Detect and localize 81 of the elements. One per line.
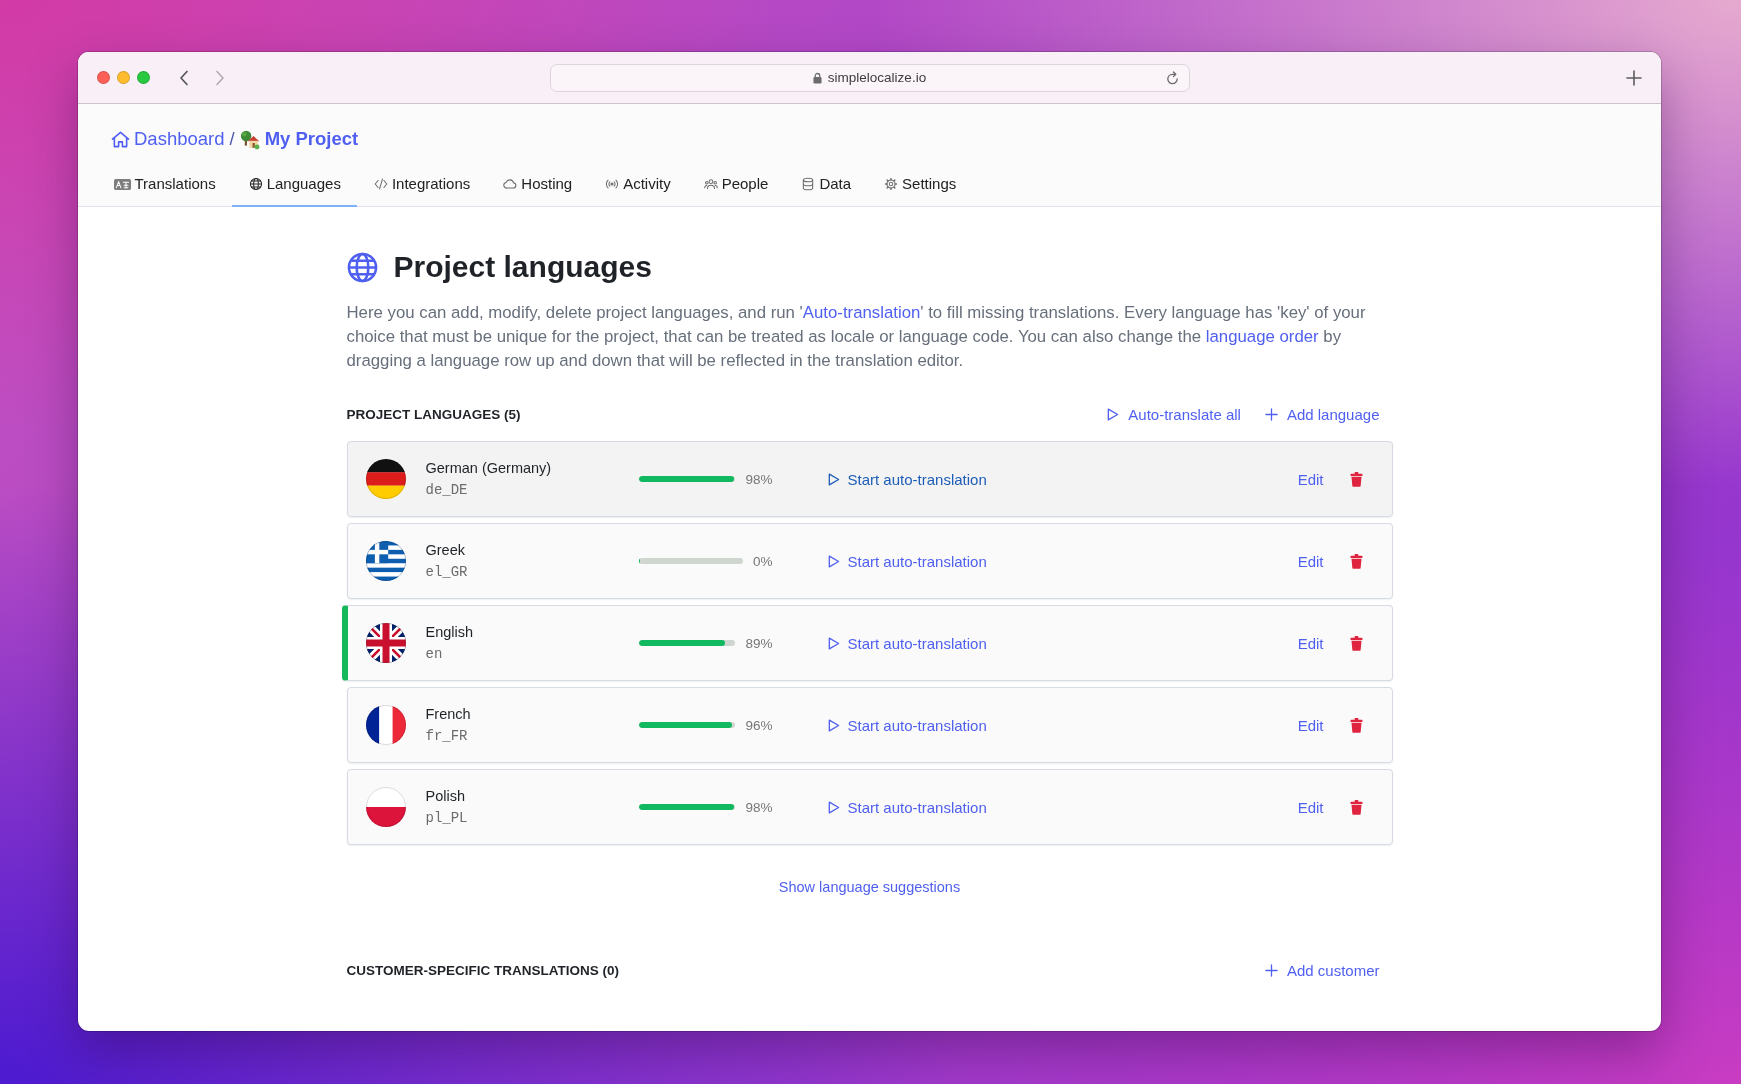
- language-name: Polish: [425, 787, 465, 806]
- language-name: Greek: [425, 541, 465, 560]
- action-link[interactable]: Add language: [1264, 405, 1380, 423]
- translate-icon: [113, 178, 131, 190]
- play-icon: [826, 554, 840, 568]
- zoom-button[interactable]: [137, 71, 150, 84]
- british-flag-icon: [365, 623, 406, 663]
- plus-icon: [1264, 963, 1278, 977]
- edit-link[interactable]: Edit: [1297, 470, 1324, 488]
- trash-icon[interactable]: [1349, 799, 1363, 815]
- trash-icon[interactable]: [1349, 717, 1363, 733]
- trash-icon[interactable]: [1349, 553, 1363, 569]
- edit-link[interactable]: Edit: [1297, 716, 1324, 734]
- lock-icon: [812, 71, 822, 84]
- globe-icon: [346, 251, 378, 283]
- percent-text: 98%: [745, 471, 773, 487]
- start-translation-link[interactable]: Start auto-translation: [826, 634, 987, 652]
- tab[interactable]: Activity: [588, 165, 688, 207]
- edit-link[interactable]: Edit: [1297, 634, 1324, 652]
- breadcrumb-link[interactable]: My Project: [239, 128, 359, 150]
- play-icon: [1106, 407, 1120, 421]
- close-button[interactable]: [97, 71, 110, 84]
- play-icon: [826, 636, 840, 650]
- start-translation-link[interactable]: Start auto-translation: [826, 716, 987, 734]
- breadcrumb-separator: /: [229, 128, 235, 150]
- broadcast-icon: [605, 177, 620, 191]
- language-name: English: [425, 623, 474, 642]
- back-button[interactable]: [179, 69, 189, 86]
- percent-text: 96%: [745, 717, 773, 733]
- settings-icon: [884, 177, 899, 191]
- language-name: German (Germany): [425, 459, 552, 478]
- home-icon: [111, 130, 130, 148]
- language-code: pl_PL: [425, 809, 468, 828]
- reload-icon[interactable]: [1164, 70, 1180, 86]
- play-icon: [826, 718, 840, 732]
- greek-flag-icon: [365, 541, 406, 581]
- edit-link[interactable]: Edit: [1297, 552, 1324, 570]
- language-code: de_DE: [425, 481, 468, 500]
- plus-icon: [1264, 407, 1278, 421]
- tab[interactable]: Languages: [232, 165, 358, 207]
- percent-text: 98%: [745, 799, 773, 815]
- section-heading: CUSTOMER-SPECIFIC TRANSLATIONS (0): [346, 962, 619, 978]
- play-icon: [826, 472, 840, 486]
- start-translation-link[interactable]: Start auto-translation: [826, 470, 987, 488]
- globe-icon: [248, 177, 263, 191]
- trash-icon[interactable]: [1349, 635, 1363, 651]
- tab[interactable]: Integrations: [357, 165, 487, 207]
- start-translation-link[interactable]: Start auto-translation: [826, 798, 987, 816]
- tab[interactable]: Data: [784, 165, 868, 207]
- play-icon: [826, 800, 840, 814]
- address-bar[interactable]: simplelocalize.io: [549, 63, 1190, 92]
- section-heading: PROJECT LANGUAGES (5): [346, 406, 521, 422]
- code-icon: [373, 177, 388, 191]
- cloud-icon: [503, 177, 518, 191]
- language-name: French: [425, 705, 471, 724]
- trash-icon[interactable]: [1349, 471, 1363, 487]
- tab[interactable]: People: [687, 165, 785, 207]
- page-title: Project languages: [393, 249, 652, 285]
- action-link[interactable]: Auto-translate all: [1106, 405, 1241, 423]
- breadcrumb-link[interactable]: Dashboard: [111, 128, 225, 150]
- house-tree-icon: [239, 128, 261, 150]
- people-icon: [703, 177, 718, 191]
- tab[interactable]: Hosting: [486, 165, 589, 207]
- french-flag-icon: [365, 705, 406, 745]
- inline-link[interactable]: language order: [1205, 327, 1319, 346]
- percent-text: 0%: [753, 553, 773, 569]
- tab[interactable]: Settings: [867, 165, 973, 207]
- language-code: el_GR: [425, 563, 468, 582]
- action-link[interactable]: Add customer: [1264, 961, 1380, 979]
- language-code: fr_FR: [425, 727, 468, 746]
- edit-link[interactable]: Edit: [1297, 798, 1324, 816]
- language-code: en: [425, 645, 443, 664]
- database-icon: [801, 177, 816, 191]
- description-text: Here you can add, modify, delete project languages, and run 'Auto-translation' to fill missing translations. Every language has 'key' of your choice that must be unique for the project, that can be treated as locale or language code. You can also change the language order by dragging a language row up and down that will be reflected in the translation editor.: [346, 302, 1367, 372]
- new-tab-button[interactable]: [1626, 69, 1642, 86]
- polish-flag-icon: [365, 787, 406, 827]
- tab[interactable]: Translations: [97, 165, 233, 207]
- german-flag-icon: [365, 459, 406, 499]
- suggestions-link[interactable]: Show language suggestions: [778, 877, 961, 897]
- start-translation-link[interactable]: Start auto-translation: [826, 552, 987, 570]
- percent-text: 89%: [745, 635, 773, 651]
